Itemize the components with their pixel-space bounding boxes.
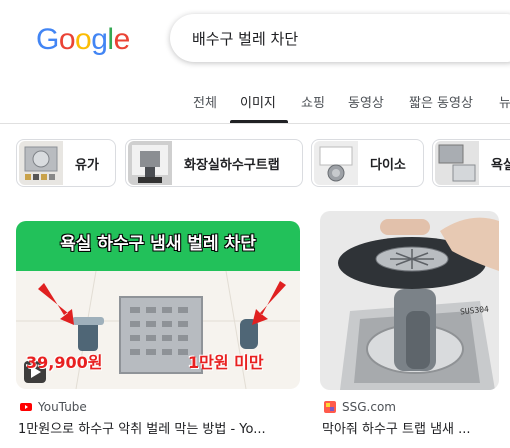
- source-name: YouTube: [38, 400, 87, 414]
- tab-shopping[interactable]: 쇼핑: [301, 92, 325, 111]
- search-tabs: 전체 이미지 쇼핑 동영상 짧은 동영상 뉴: [0, 82, 510, 124]
- chip-label: 화장실하수구트랩: [184, 157, 280, 173]
- chip-label: 욕실: [491, 157, 510, 173]
- tab-short-videos[interactable]: 짧은 동영상: [409, 92, 473, 111]
- search-input[interactable]: 배수구 벌레 차단: [170, 14, 510, 62]
- youtube-icon: [20, 403, 32, 411]
- tab-images[interactable]: 이미지: [240, 92, 276, 111]
- result-title[interactable]: 막아줘 하수구 트랩 냄새 ...: [322, 418, 502, 437]
- chip-thumbnail: [19, 141, 63, 185]
- price-right: 1만원 미만: [188, 353, 264, 372]
- chip-thumbnail: [314, 141, 358, 185]
- price-left: 39,900원: [26, 353, 103, 372]
- chip-bathroom-drain-trap[interactable]: 화장실하수구트랩: [125, 139, 303, 187]
- tab-videos[interactable]: 동영상: [348, 92, 384, 111]
- chip-thumbnail: [435, 141, 479, 185]
- google-logo[interactable]: G o o g l e: [36, 24, 130, 56]
- chip-yuga[interactable]: 유가: [16, 139, 116, 187]
- chip-label: 유가: [75, 157, 99, 173]
- tab-news[interactable]: 뉴: [499, 92, 510, 111]
- ssg-icon: [324, 401, 336, 413]
- source-name: SSG.com: [342, 400, 396, 414]
- logo-letter: o: [58, 23, 76, 56]
- logo-letter: G: [36, 23, 59, 56]
- result-image-youtube[interactable]: 욕실 하수구 냄새 벌레 차단 39,900원 1만원 미만: [16, 221, 300, 389]
- active-tab-indicator: [230, 120, 288, 123]
- result-title[interactable]: 1만원으로 하수구 악취 벌레 막는 방법 - Yo...: [18, 418, 300, 437]
- chip-thumbnail: [128, 141, 172, 185]
- chip-daiso[interactable]: 다이소: [311, 139, 424, 187]
- result-source-ssg[interactable]: SSG.com: [324, 400, 396, 414]
- result-image-ssg[interactable]: SUS304: [320, 211, 499, 390]
- chip-label: 다이소: [370, 157, 406, 173]
- logo-letter: e: [113, 23, 131, 56]
- logo-letter: g: [91, 23, 108, 56]
- chip-bathroom[interactable]: 욕실: [432, 139, 510, 187]
- logo-letter: o: [75, 23, 92, 56]
- result-source-youtube[interactable]: YouTube: [20, 400, 87, 414]
- video-banner-text: 욕실 하수구 냄새 벌레 차단: [60, 234, 256, 254]
- search-query: 배수구 벌레 차단: [192, 29, 299, 48]
- tab-all[interactable]: 전체: [193, 92, 217, 111]
